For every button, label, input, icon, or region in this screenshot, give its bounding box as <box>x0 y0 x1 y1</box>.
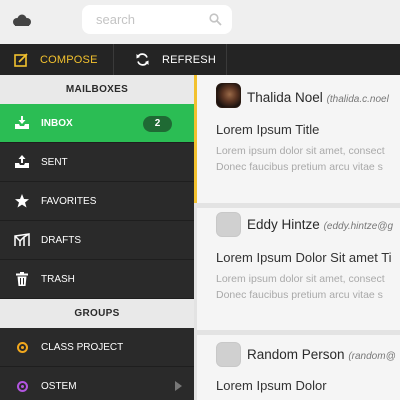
compose-icon <box>14 52 28 67</box>
sidebar-item-label: INBOX <box>41 117 73 129</box>
group-dot-icon <box>14 378 30 394</box>
sidebar-group-class-project[interactable]: CLASS PROJECT <box>0 328 194 367</box>
message-preview: Lorem ipsum dolor sit amet, consect <box>216 273 385 285</box>
inbox-icon <box>14 115 30 131</box>
sent-icon <box>14 154 30 170</box>
search-placeholder: search <box>96 12 136 27</box>
sidebar: MAILBOXES INBOX 2 SENT FAVORITES DRAFTS … <box>0 75 194 400</box>
message-item[interactable]: Thalida Noel (thalida.c.noel Lorem Ipsum… <box>194 75 400 203</box>
refresh-button[interactable]: REFRESH <box>115 44 227 75</box>
expand-arrow-icon[interactable] <box>175 381 182 391</box>
message-item[interactable]: Eddy Hintze (eddy.hintze@g Lorem Ipsum D… <box>197 208 400 330</box>
sender-email: (random@ <box>348 351 396 362</box>
sidebar-item-sent[interactable]: SENT <box>0 143 194 182</box>
compose-label: COMPOSE <box>40 53 98 66</box>
sidebar-item-trash[interactable]: TRASH <box>0 260 194 299</box>
sidebar-item-label: SENT <box>41 156 68 168</box>
sidebar-item-label: FAVORITES <box>41 195 97 207</box>
sender-email: (thalida.c.noel <box>326 94 389 105</box>
cloud-logo-icon <box>13 14 31 26</box>
sidebar-item-label: OSTEM <box>41 380 77 392</box>
unread-count-badge: 2 <box>143 116 172 132</box>
top-bar: search <box>0 0 400 44</box>
search-input[interactable]: search <box>82 5 232 34</box>
message-list: Thalida Noel (thalida.c.noel Lorem Ipsum… <box>194 75 400 400</box>
toolbar: COMPOSE REFRESH <box>0 44 400 75</box>
sidebar-item-favorites[interactable]: FAVORITES <box>0 182 194 221</box>
message-subject: Lorem Ipsum Title <box>216 122 320 137</box>
message-preview: Lorem ipsum dolor sit amet, consect <box>216 145 385 157</box>
message-sender: Thalida Noel (thalida.c.noel <box>247 90 389 105</box>
sidebar-group-ostem[interactable]: OSTEM <box>0 367 194 400</box>
compose-button[interactable]: COMPOSE <box>0 44 114 75</box>
search-icon[interactable] <box>209 13 222 26</box>
message-item[interactable]: Random Person (random@ Lorem Ipsum Dolor <box>197 335 400 400</box>
avatar <box>216 83 241 108</box>
mailboxes-heading: MAILBOXES <box>0 75 194 104</box>
refresh-icon <box>136 53 149 66</box>
message-subject: Lorem Ipsum Dolor Sit amet Ti <box>216 250 392 265</box>
sidebar-item-label: DRAFTS <box>41 234 81 246</box>
star-icon <box>14 193 30 209</box>
message-preview: Donec faucibus pretium arcu vitae s <box>216 289 383 301</box>
avatar <box>216 212 241 237</box>
refresh-label: REFRESH <box>162 53 216 66</box>
message-subject: Lorem Ipsum Dolor <box>216 378 327 393</box>
sender-email: (eddy.hintze@g <box>323 221 394 232</box>
sidebar-item-label: TRASH <box>41 273 75 285</box>
message-sender: Eddy Hintze (eddy.hintze@g <box>247 217 394 232</box>
message-preview: Donec faucibus pretium arcu vitae s <box>216 161 383 173</box>
sidebar-item-label: CLASS PROJECT <box>41 341 124 353</box>
group-dot-icon <box>14 339 30 355</box>
avatar <box>216 342 241 367</box>
drafts-icon <box>14 232 30 248</box>
sidebar-item-drafts[interactable]: DRAFTS <box>0 221 194 260</box>
trash-icon <box>14 271 30 287</box>
message-sender: Random Person (random@ <box>247 347 396 362</box>
sidebar-item-inbox[interactable]: INBOX 2 <box>0 104 194 143</box>
groups-heading: GROUPS <box>0 299 194 328</box>
